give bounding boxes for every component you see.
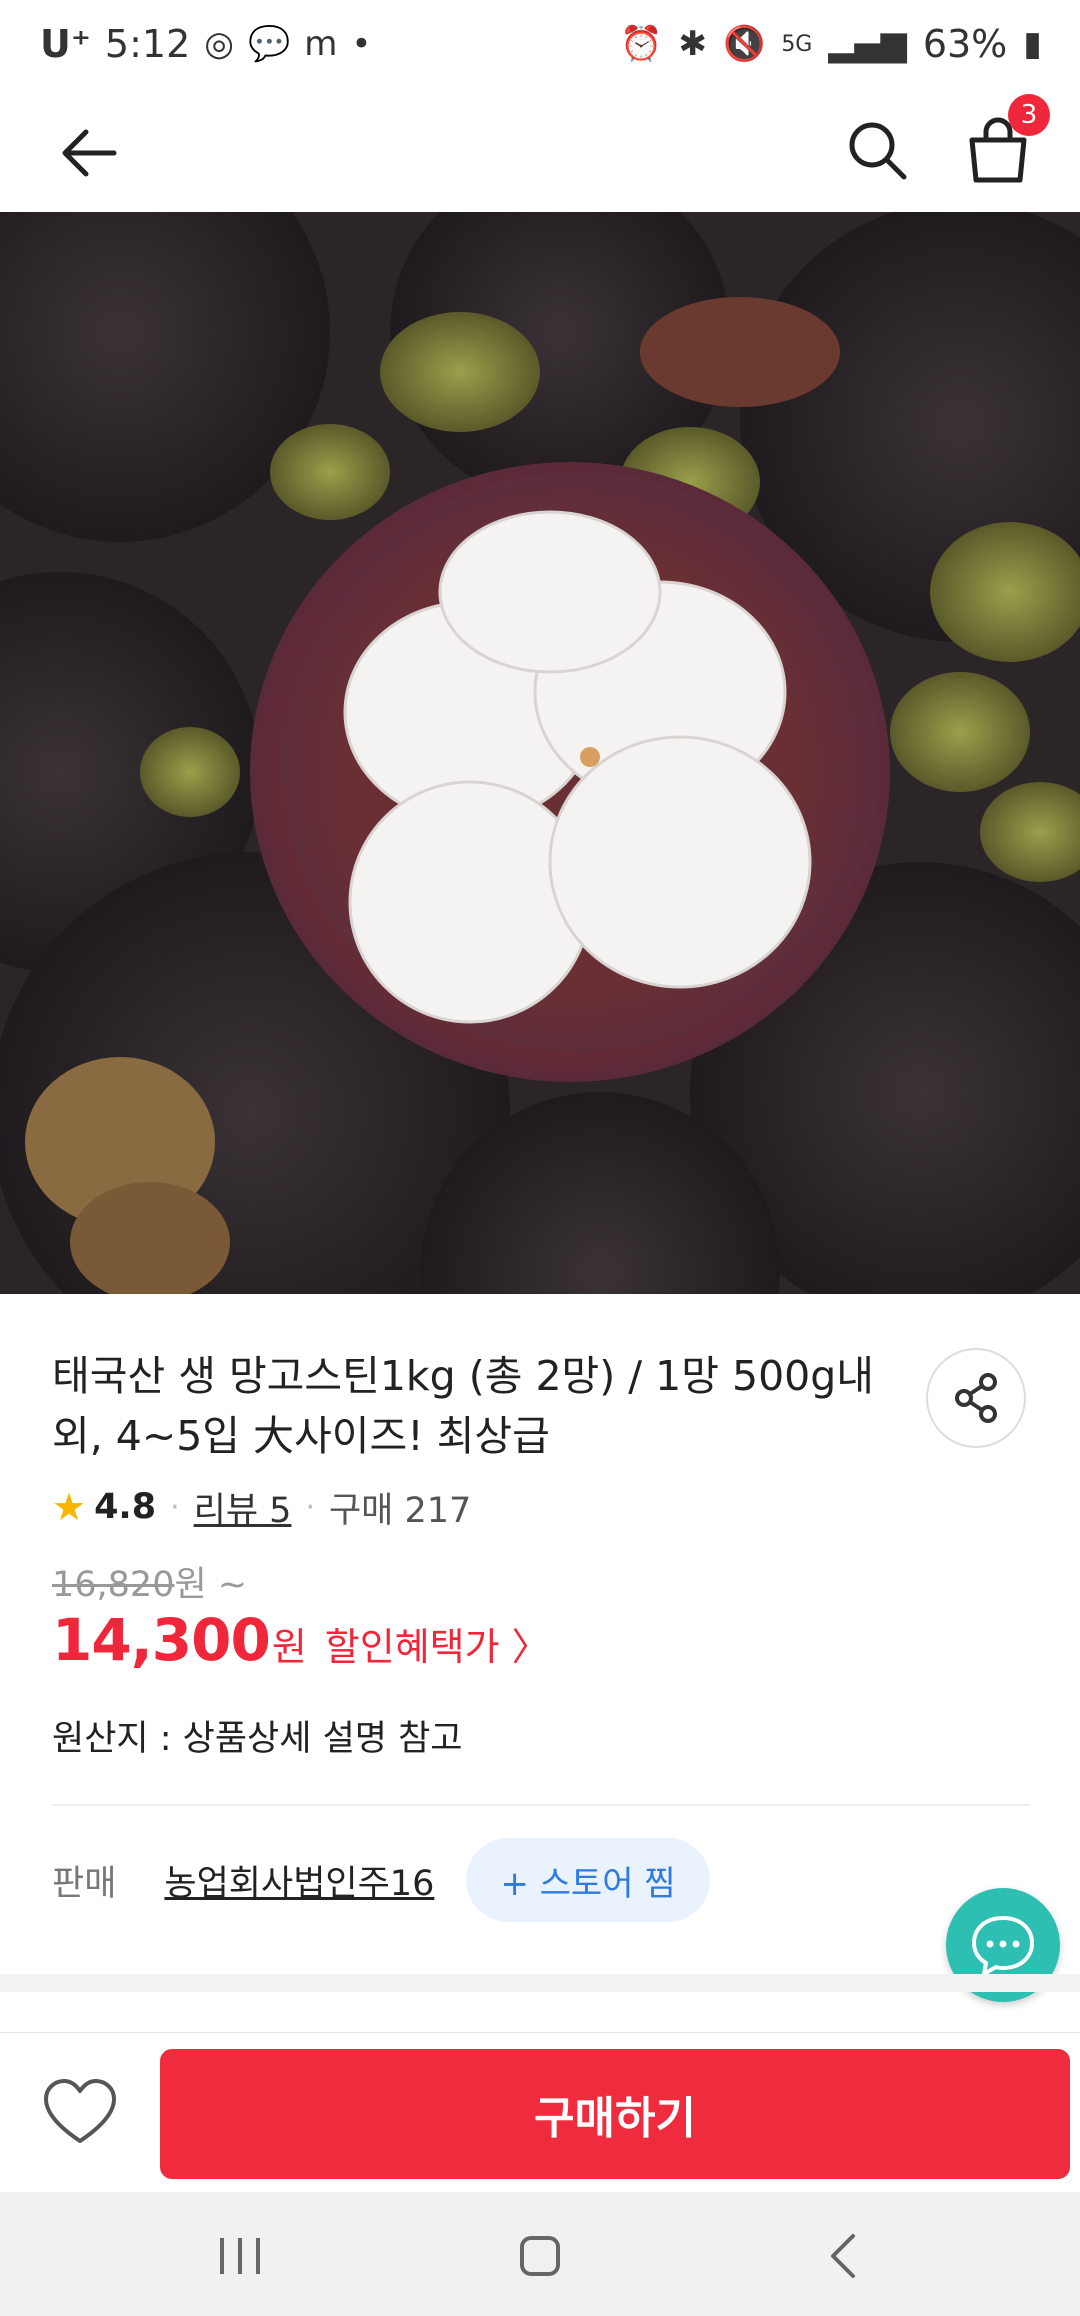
store-favorite-button[interactable]: + 스토어 찜 — [466, 1838, 710, 1922]
instagram-icon: ◎ — [204, 24, 234, 64]
search-icon — [849, 122, 907, 180]
seller-name-link[interactable]: 농업회사법인주16 — [164, 1855, 434, 1906]
original-price-value: 16,820 — [52, 1565, 175, 1605]
system-back-button[interactable] — [815, 2226, 875, 2286]
review-link[interactable]: 리뷰 5 — [194, 1482, 292, 1533]
carrier-label: U⁺ — [40, 22, 91, 66]
store-favorite-label: + 스토어 찜 — [500, 1863, 676, 1904]
mangosteen-photo — [0, 212, 1080, 1294]
search-button[interactable] — [842, 115, 912, 185]
system-nav-bar — [0, 2192, 1080, 2316]
share-icon — [955, 1373, 997, 1423]
origin-info: 원산지 : 상품상세 설명 참고 — [52, 1719, 463, 1759]
sale-price-unit: 원 — [271, 1625, 307, 1669]
rating-row: ★ 4.8 · 리뷰 5 · 구매 217 — [52, 1482, 471, 1532]
recent-apps-button[interactable] — [210, 2226, 270, 2286]
separator-dot: · — [305, 1489, 315, 1525]
status-bar: U⁺ 5:12 ◎ 💬 m • ⏰ ✱ 🔇 5G ▂▄▆ 63% ▮ — [0, 0, 1080, 90]
more-dot-icon: • — [351, 24, 372, 64]
divider — [52, 1804, 1030, 1806]
5g-icon: 5G — [781, 31, 813, 57]
product-title: 태국산 생 망고스틴1kg (총 2망) / 1망 500g내외, 4~5입 大… — [52, 1352, 874, 1460]
back-button[interactable] — [56, 118, 126, 188]
signal-icon: ▂▄▆ — [828, 24, 907, 64]
sale-price-row[interactable]: 14,300 원 할인혜택가 〉 — [52, 1606, 550, 1676]
rating-value: 4.8 — [94, 1487, 157, 1527]
home-icon — [520, 2236, 560, 2276]
product-image-carousel[interactable] — [0, 212, 1080, 1294]
mute-icon: 🔇 — [722, 24, 766, 64]
discount-benefit-link[interactable]: 할인혜택가 〉 — [325, 1616, 550, 1671]
battery-icon: ▮ — [1023, 24, 1042, 64]
recent-apps-icon — [220, 2238, 260, 2274]
status-left: U⁺ 5:12 ◎ 💬 m • — [40, 22, 371, 66]
alarm-icon: ⏰ — [620, 24, 663, 64]
heart-icon — [44, 2079, 116, 2143]
original-price-suffix: 원 ~ — [174, 1565, 248, 1605]
bottom-action-bar: 구매하기 — [0, 2032, 1080, 2193]
bluetooth-icon: ✱ — [678, 24, 707, 64]
home-button[interactable] — [510, 2226, 570, 2286]
separator-dot: · — [170, 1489, 180, 1525]
mcdonalds-icon: m — [304, 24, 338, 64]
status-right: ⏰ ✱ 🔇 5G ▂▄▆ 63% ▮ — [620, 22, 1042, 66]
buy-now-label: 구매하기 — [534, 2093, 696, 2144]
chevron-left-icon — [831, 2234, 855, 2278]
arrow-left-icon — [62, 129, 117, 177]
app-header: 3 — [0, 90, 1080, 213]
share-button[interactable] — [926, 1348, 1026, 1448]
buy-now-button[interactable]: 구매하기 — [160, 2049, 1070, 2179]
purchase-count: 구매 217 — [328, 1490, 472, 1531]
time-label: 5:12 — [104, 22, 191, 66]
message-icon: 💬 — [247, 24, 291, 64]
cart-count-badge: 3 — [1008, 94, 1050, 136]
section-divider — [0, 1974, 1080, 1992]
sale-price-value: 14,300 — [52, 1606, 271, 1674]
wishlist-button[interactable] — [40, 2073, 120, 2153]
star-icon: ★ — [52, 1485, 87, 1529]
seller-row: 판매 농업회사법인주16 + 스토어 찜 — [52, 1838, 710, 1922]
seller-label: 판매 — [52, 1863, 117, 1904]
battery-label: 63% — [922, 22, 1008, 66]
original-price: 16,820원 ~ — [52, 1556, 247, 1607]
